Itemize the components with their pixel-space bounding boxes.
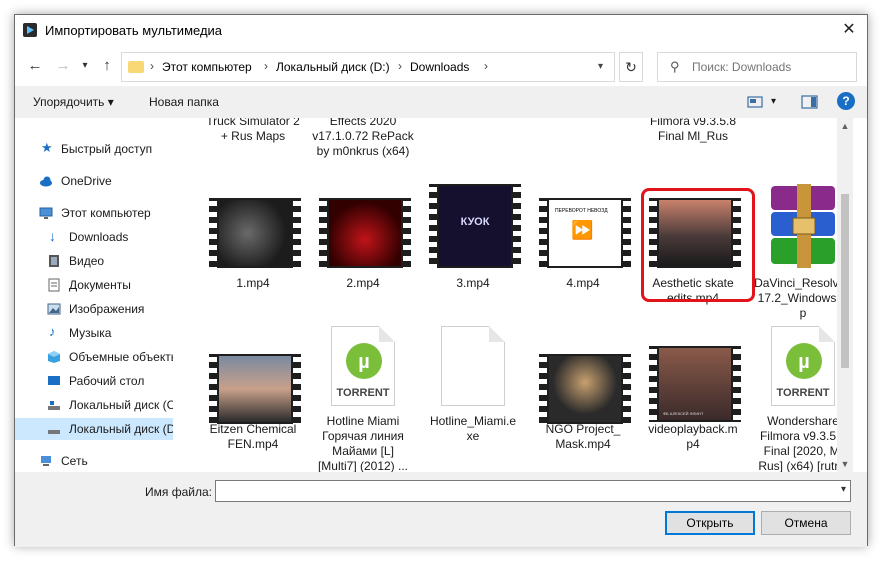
video-thumbnail — [209, 198, 301, 268]
close-icon[interactable]: ✕ — [839, 20, 859, 40]
video-thumbnail — [539, 354, 631, 424]
selection-highlight — [641, 188, 755, 302]
up-arrow-icon[interactable]: ↑ — [97, 56, 117, 76]
fast-forward-icon: ⏩ — [571, 220, 594, 240]
breadcrumb-downloads[interactable]: Downloads — [410, 60, 469, 74]
sidebar-item-quick-access[interactable]: ★ Быстрый доступ — [15, 138, 173, 160]
breadcrumb-separator: › — [150, 59, 154, 73]
video-thumbnail: ПЕРЕВОРОТ НЕВОЗД ⏩ — [539, 198, 631, 268]
sidebar-item-video[interactable]: Видео — [15, 250, 173, 272]
view-dropdown-icon[interactable]: ▾ — [771, 96, 776, 107]
filename-label: Имя файла: — [145, 485, 212, 499]
video-thumbnail — [319, 198, 411, 268]
sidebar-item-onedrive[interactable]: OneDrive — [15, 170, 173, 192]
documents-icon — [48, 278, 60, 292]
cloud-icon — [40, 176, 52, 187]
sidebar-item-local-disk-c[interactable]: Локальный диск (C — [15, 394, 173, 416]
video-thumbnail: КУОК — [429, 184, 521, 268]
svg-text:µ: µ — [798, 351, 810, 373]
scroll-up-icon[interactable]: ▲ — [837, 118, 853, 134]
breadcrumb-separator: › — [398, 59, 402, 73]
view-options-icon[interactable] — [747, 94, 765, 110]
window-title: Импортировать мультимедиа — [45, 23, 223, 38]
sidebar-item-network[interactable]: Сеть — [15, 450, 173, 472]
star-icon: ★ — [41, 140, 53, 155]
refresh-icon[interactable]: ↻ — [619, 52, 643, 82]
explorer-body: ★ Быстрый доступ OneDrive Этот компьютер… — [15, 118, 867, 472]
sidebar-item-music[interactable]: ♪ Музыка — [15, 322, 173, 344]
new-folder-button[interactable]: Новая папка — [149, 95, 219, 109]
computer-icon — [39, 207, 53, 219]
breadcrumb-local-disk-d[interactable]: Локальный диск (D:) — [276, 60, 390, 74]
video-icon — [49, 255, 59, 267]
music-icon: ♪ — [49, 324, 56, 339]
dialog-footer: Имя файла: ▾ Открыть Отмена — [15, 472, 867, 547]
file-view[interactable]: Truck Simulator 2 + Rus Maps Effects 202… — [175, 118, 853, 472]
sidebar-item-documents[interactable]: Документы — [15, 274, 173, 296]
sidebar-item-downloads[interactable]: ↓ Downloads — [15, 226, 173, 248]
forward-arrow-icon[interactable]: → — [53, 56, 73, 76]
file-item-1-mp4[interactable]: 1.mp4 — [199, 184, 307, 294]
video-thumbnail — [209, 354, 301, 424]
blank-file-icon — [441, 326, 505, 406]
sidebar-item-local-disk-d[interactable]: Локальный диск (D — [15, 418, 173, 440]
address-dropdown-icon[interactable]: ▾ — [598, 61, 603, 72]
torrent-file-icon: µ TORRENT — [771, 326, 835, 406]
desktop-icon — [48, 376, 60, 385]
video-thumbnail: ФБ АЛЕКСЕЙ ФЛИНТ — [649, 346, 741, 422]
filename-dropdown-icon[interactable]: ▾ — [841, 484, 846, 495]
sidebar-item-pictures[interactable]: Изображения — [15, 298, 173, 320]
drive-icon — [48, 430, 60, 434]
help-icon[interactable]: ? — [837, 92, 855, 110]
command-toolbar: Упорядочить ▾ Новая папка ▾ ? — [15, 86, 867, 118]
recent-chevron-icon[interactable]: ▾ — [75, 56, 95, 76]
sidebar-item-desktop[interactable]: Рабочий стол — [15, 370, 173, 392]
3d-objects-icon — [48, 351, 60, 363]
back-arrow-icon[interactable]: ← — [25, 56, 45, 76]
scrollbar-thumb[interactable] — [841, 194, 849, 368]
breadcrumb-this-pc[interactable]: Этот компьютер — [162, 60, 252, 74]
folder-icon — [128, 61, 144, 73]
torrent-file-icon: µ TORRENT — [331, 326, 395, 406]
import-media-dialog: Импортировать мультимедиа ✕ ← → ▾ ↑ › Эт… — [14, 14, 868, 547]
file-item-3-mp4[interactable]: КУОК 3.mp4 — [419, 184, 527, 294]
file-item-4-mp4[interactable]: ПЕРЕВОРОТ НЕВОЗД ⏩ 4.mp4 — [529, 184, 637, 294]
preview-pane-icon[interactable] — [801, 94, 819, 110]
organize-button[interactable]: Упорядочить ▾ — [33, 95, 114, 109]
breadcrumb-separator: › — [484, 59, 488, 73]
cancel-button[interactable]: Отмена — [761, 511, 851, 535]
app-icon — [23, 23, 37, 37]
search-icon: ⚲ — [670, 59, 680, 74]
drive-icon — [48, 401, 60, 410]
breadcrumb-separator: › — [264, 59, 268, 73]
download-arrow-icon: ↓ — [49, 228, 56, 244]
sidebar-item-3d-objects[interactable]: Объемные объекты — [15, 346, 173, 368]
network-icon — [41, 456, 51, 466]
filename-input[interactable]: ▾ — [215, 480, 851, 502]
vertical-scrollbar[interactable]: ▲ ▼ — [837, 118, 853, 472]
winrar-archive-icon — [771, 184, 835, 268]
open-button[interactable]: Открыть — [665, 511, 755, 535]
title-bar[interactable]: Импортировать мультимедиа ✕ — [15, 15, 867, 46]
svg-text:µ: µ — [358, 351, 370, 373]
address-bar[interactable]: › Этот компьютер › Локальный диск (D:) ›… — [121, 52, 615, 82]
scroll-down-icon[interactable]: ▼ — [837, 456, 853, 472]
pictures-icon — [47, 303, 61, 315]
address-row: ← → ▾ ↑ › Этот компьютер › Локальный дис… — [15, 46, 867, 86]
search-box[interactable]: ⚲ — [657, 52, 857, 82]
sidebar-item-this-pc[interactable]: Этот компьютер — [15, 202, 173, 224]
navigation-pane[interactable]: ★ Быстрый доступ OneDrive Этот компьютер… — [15, 118, 173, 472]
file-item-2-mp4[interactable]: 2.mp4 — [309, 184, 417, 294]
search-input[interactable] — [692, 57, 850, 77]
